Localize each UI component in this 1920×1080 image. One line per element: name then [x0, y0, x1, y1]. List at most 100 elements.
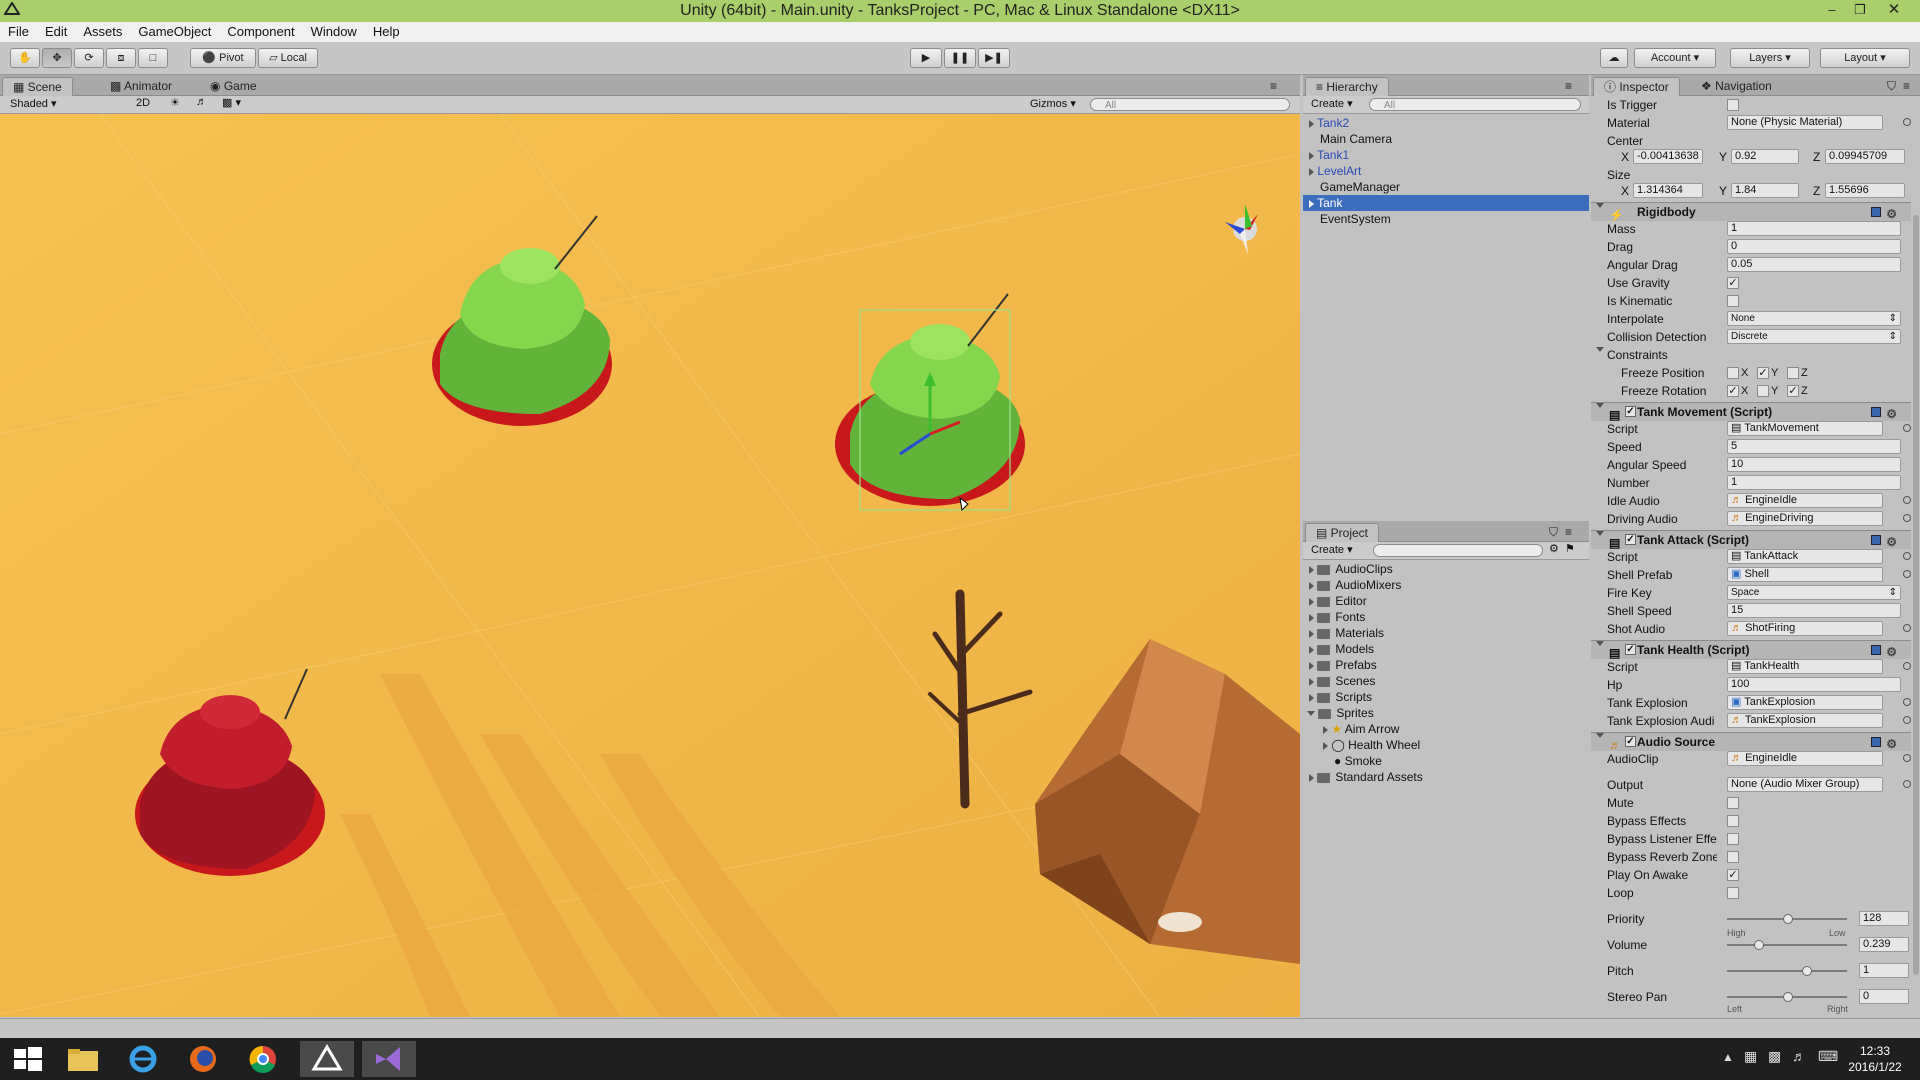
is-trigger-checkbox[interactable] — [1727, 99, 1739, 111]
network-icon[interactable]: ▩ — [1768, 1048, 1781, 1065]
menu-edit[interactable]: Edit — [37, 22, 75, 42]
object-picker-icon[interactable] — [1903, 570, 1911, 578]
maximize-button[interactable]: ❐ — [1846, 0, 1874, 20]
mode-2d-toggle[interactable]: 2D — [136, 97, 150, 109]
center-z-field[interactable]: 0.09945709 — [1825, 149, 1905, 164]
stereo-pan-field[interactable]: 0 — [1859, 989, 1909, 1004]
object-picker-icon[interactable] — [1903, 698, 1911, 706]
audio-toggle-icon[interactable]: ♬ — [196, 96, 207, 108]
hierarchy-create-dropdown[interactable]: Create ▾ — [1311, 97, 1353, 110]
clock[interactable]: 12:33 2016/1/22 — [1840, 1043, 1910, 1075]
tank-health-enabled-checkbox[interactable]: ✓ — [1625, 644, 1636, 655]
shell-prefab-field[interactable]: ▣ Shell — [1727, 567, 1883, 582]
priority-field[interactable]: 128 — [1859, 911, 1909, 926]
project-folder[interactable]: AudioMixers — [1303, 577, 1589, 593]
project-search-input[interactable] — [1373, 544, 1543, 557]
cloud-button[interactable]: ☁ — [1600, 48, 1628, 68]
fire-key-dropdown[interactable]: Space ⇕ — [1727, 585, 1901, 600]
object-picker-icon[interactable] — [1903, 754, 1911, 762]
rigidbody-header[interactable]: ⚡ Rigidbody ⚙ — [1591, 202, 1911, 222]
object-picker-icon[interactable] — [1903, 716, 1911, 724]
play-button[interactable]: ▶ — [910, 48, 942, 68]
help-book-icon[interactable] — [1871, 645, 1881, 655]
object-picker-icon[interactable] — [1903, 118, 1911, 126]
angular-drag-field[interactable]: 0.05 — [1727, 257, 1901, 272]
volume-field[interactable]: 0.239 — [1859, 937, 1909, 952]
freeze-rotation-z-checkbox[interactable]: ✓ — [1787, 385, 1799, 397]
inspector-scrollbar[interactable] — [1913, 215, 1919, 975]
audio-clip-field[interactable]: ♬ EngineIdle — [1727, 751, 1883, 766]
project-folder[interactable]: Scripts — [1303, 689, 1589, 705]
visual-studio-button[interactable] — [362, 1041, 416, 1077]
firefox-button[interactable] — [176, 1041, 230, 1077]
use-gravity-checkbox[interactable]: ✓ — [1727, 277, 1739, 289]
material-field[interactable]: None (Physic Material) — [1727, 115, 1883, 130]
health-script-field[interactable]: ▤ TankHealth — [1727, 659, 1883, 674]
object-picker-icon[interactable] — [1903, 624, 1911, 632]
tank-attack-header[interactable]: ▤ ✓ Tank Attack (Script) ⚙ — [1591, 530, 1911, 550]
freeze-rotation-y-checkbox[interactable] — [1757, 385, 1769, 397]
size-x-field[interactable]: 1.314364 — [1633, 183, 1703, 198]
scene-search-input[interactable]: All — [1090, 98, 1290, 111]
angular-speed-field[interactable]: 10 — [1727, 457, 1901, 472]
mute-checkbox[interactable] — [1727, 797, 1739, 809]
hierarchy-search-input[interactable]: All — [1369, 98, 1581, 111]
menu-component[interactable]: Component — [219, 22, 302, 42]
tab-game[interactable]: ◉ Game — [200, 77, 267, 95]
stereo-pan-slider-knob[interactable] — [1783, 992, 1793, 1002]
bypass-listener-checkbox[interactable] — [1727, 833, 1739, 845]
attack-script-field[interactable]: ▤ TankAttack — [1727, 549, 1883, 564]
hierarchy-item-gamemanager[interactable]: GameManager — [1303, 179, 1589, 195]
pitch-slider-knob[interactable] — [1802, 966, 1813, 976]
unity-taskbar-button[interactable] — [300, 1041, 354, 1077]
effects-toggle-icon[interactable]: ▩ ▾ — [222, 96, 241, 109]
internet-explorer-button[interactable] — [116, 1041, 170, 1077]
menu-gameobject[interactable]: GameObject — [130, 22, 219, 42]
close-button[interactable]: ✕ — [1880, 0, 1908, 20]
inspector-lock-icon[interactable]: ⛉ — [1887, 77, 1896, 95]
tab-navigation[interactable]: ❖ Navigation — [1691, 77, 1782, 95]
project-asset[interactable]: ● Smoke — [1303, 753, 1589, 769]
tray-device-icon[interactable]: ▦ — [1744, 1048, 1757, 1065]
project-folder[interactable]: Standard Assets — [1303, 769, 1589, 785]
tab-project[interactable]: ▤ Project — [1305, 523, 1380, 542]
collision-detection-dropdown[interactable]: Discrete ⇕ — [1727, 329, 1901, 344]
constraints-row[interactable]: Constraints — [1591, 346, 1911, 364]
hierarchy-menu-icon[interactable]: ≡ — [1565, 77, 1572, 95]
pause-button[interactable]: ❚❚ — [944, 48, 976, 68]
pivot-button[interactable]: ⚫ Pivot — [190, 48, 256, 68]
mass-field[interactable]: 1 — [1727, 221, 1901, 236]
inspector-menu-icon[interactable]: ≡ — [1903, 77, 1910, 95]
interpolate-dropdown[interactable]: None ⇕ — [1727, 311, 1901, 326]
rotate-tool-button[interactable]: ⟳ — [74, 48, 104, 68]
center-x-field[interactable]: -0.00413638 — [1633, 149, 1703, 164]
project-menu-icon[interactable]: ≡ — [1565, 523, 1572, 541]
audio-source-enabled-checkbox[interactable]: ✓ — [1625, 736, 1636, 747]
project-folder-sprites[interactable]: Sprites — [1303, 705, 1589, 721]
project-folder[interactable]: Prefabs — [1303, 657, 1589, 673]
step-button[interactable]: ▶❚ — [978, 48, 1010, 68]
start-button[interactable] — [0, 1041, 54, 1077]
help-book-icon[interactable] — [1871, 407, 1881, 417]
menu-file[interactable]: File — [0, 22, 37, 42]
center-y-field[interactable]: 0.92 — [1731, 149, 1799, 164]
shell-speed-field[interactable]: 15 — [1727, 603, 1901, 618]
filter-label-icon[interactable]: ⚑ — [1565, 542, 1575, 555]
object-picker-icon[interactable] — [1903, 780, 1911, 788]
hierarchy-item-tank1[interactable]: Tank1 — [1303, 147, 1589, 163]
freeze-rotation-x-checkbox[interactable]: ✓ — [1727, 385, 1739, 397]
tank-explosion-audio-field[interactable]: ♬ TankExplosion — [1727, 713, 1883, 728]
layers-dropdown[interactable]: Layers ▾ — [1730, 48, 1810, 68]
file-explorer-button[interactable] — [56, 1041, 110, 1077]
scale-tool-button[interactable]: ⧈ — [106, 48, 136, 68]
hierarchy-item-main-camera[interactable]: Main Camera — [1303, 131, 1589, 147]
ime-icon[interactable]: ⌨ — [1818, 1048, 1838, 1065]
freeze-position-x-checkbox[interactable] — [1727, 367, 1739, 379]
freeze-position-z-checkbox[interactable] — [1787, 367, 1799, 379]
bypass-effects-checkbox[interactable] — [1727, 815, 1739, 827]
filter-type-icon[interactable]: ⚙ — [1549, 542, 1559, 555]
pitch-slider[interactable] — [1727, 966, 1847, 976]
scene-panel-menu-icon[interactable]: ≡ — [1270, 77, 1277, 95]
menu-help[interactable]: Help — [365, 22, 408, 42]
lighting-toggle-icon[interactable]: ☀ — [170, 96, 180, 109]
